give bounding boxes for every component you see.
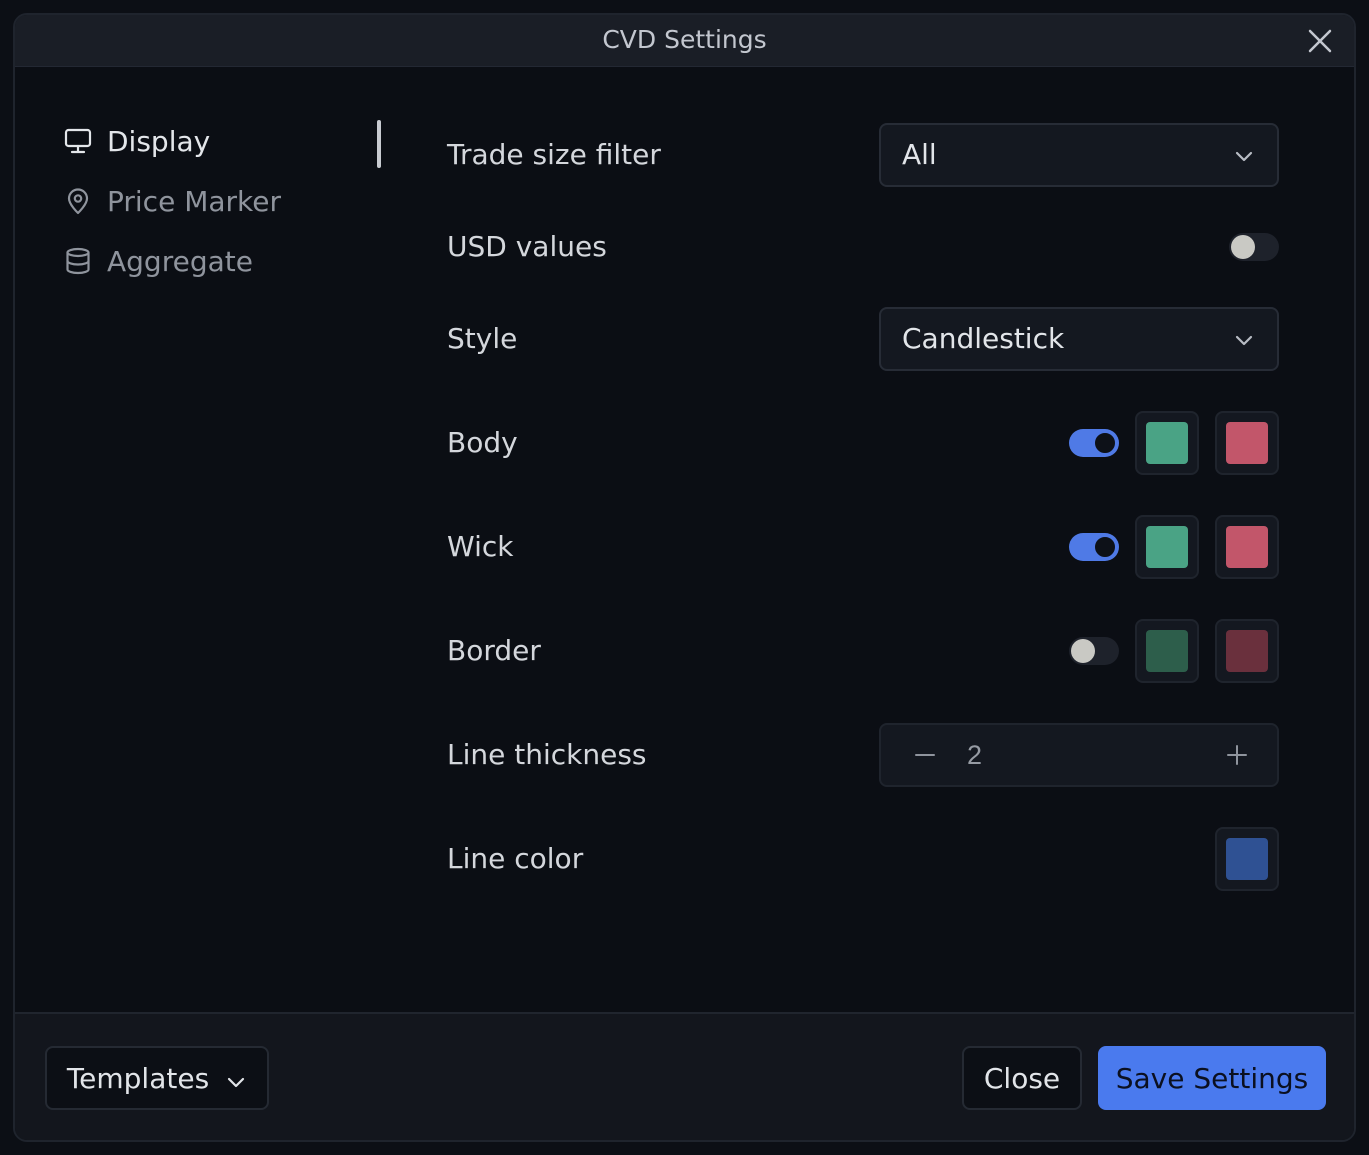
nav-item-aggregate[interactable]: Aggregate — [63, 231, 383, 291]
swatch-fill — [1226, 422, 1268, 464]
plus-icon[interactable] — [1217, 733, 1257, 777]
nav-item-display[interactable]: Display — [63, 111, 383, 171]
setting-label: Wick — [447, 530, 514, 563]
border-down-color-swatch[interactable] — [1215, 619, 1279, 683]
swatch-fill — [1146, 630, 1188, 672]
border-toggle[interactable] — [1069, 637, 1119, 665]
wick-toggle[interactable] — [1069, 533, 1119, 561]
toggle-knob — [1093, 535, 1117, 559]
swatch-fill — [1226, 838, 1268, 880]
line-thickness-input[interactable] — [967, 731, 1167, 779]
toggle-knob — [1071, 639, 1095, 663]
setting-label: Line thickness — [447, 738, 647, 771]
trade-size-filter-select[interactable]: All — [879, 123, 1279, 187]
usd-values-toggle[interactable] — [1229, 233, 1279, 261]
select-value: Candlestick — [902, 322, 1065, 355]
setting-label: Style — [447, 322, 518, 355]
cvd-settings-dialog: CVD Settings Display Price Marker Aggreg… — [13, 13, 1356, 1142]
body-toggle[interactable] — [1069, 429, 1119, 457]
setting-label: Line color — [447, 842, 584, 875]
swatch-fill — [1226, 526, 1268, 568]
swatch-fill — [1146, 422, 1188, 464]
line-thickness-stepper — [879, 723, 1279, 787]
setting-style: Style Candlestick — [447, 307, 1279, 371]
swatch-fill — [1146, 526, 1188, 568]
setting-border: Border — [447, 619, 1279, 683]
templates-label: Templates — [66, 1061, 210, 1095]
chevron-down-icon — [1233, 145, 1255, 167]
toggle-knob — [1093, 431, 1117, 455]
dialog-titlebar: CVD Settings — [15, 15, 1354, 67]
nav-active-indicator — [377, 120, 381, 168]
setting-trade-size-filter: Trade size filter All — [447, 123, 1279, 187]
nav-item-label: Price Marker — [107, 184, 281, 218]
line-color-swatch[interactable] — [1215, 827, 1279, 891]
settings-nav: Display Price Marker Aggregate — [63, 111, 383, 291]
style-select[interactable]: Candlestick — [879, 307, 1279, 371]
nav-item-label: Display — [107, 124, 211, 158]
setting-label: USD values — [447, 230, 607, 263]
setting-body: Body — [447, 411, 1279, 475]
monitor-icon — [63, 126, 93, 156]
wick-down-color-swatch[interactable] — [1215, 515, 1279, 579]
toggle-knob — [1231, 235, 1255, 259]
border-up-color-swatch[interactable] — [1135, 619, 1199, 683]
body-up-color-swatch[interactable] — [1135, 411, 1199, 475]
setting-wick: Wick — [447, 515, 1279, 579]
minus-icon[interactable] — [905, 733, 945, 777]
save-settings-button[interactable]: Save Settings — [1098, 1046, 1326, 1110]
dialog-footer: Templates Close Save Settings — [15, 1012, 1354, 1140]
wick-up-color-swatch[interactable] — [1135, 515, 1199, 579]
setting-usd-values: USD values — [447, 215, 1279, 279]
close-icon[interactable] — [1306, 27, 1334, 55]
map-pin-icon — [63, 186, 93, 216]
select-value: All — [902, 138, 937, 171]
setting-line-color: Line color — [447, 827, 1279, 891]
setting-label: Border — [447, 634, 541, 667]
dialog-title: CVD Settings — [602, 25, 767, 54]
swatch-fill — [1226, 630, 1268, 672]
templates-button[interactable]: Templates — [45, 1046, 269, 1110]
setting-label: Body — [447, 426, 518, 459]
close-button[interactable]: Close — [962, 1046, 1082, 1110]
database-icon — [63, 246, 93, 276]
setting-line-thickness: Line thickness — [447, 723, 1279, 787]
chevron-down-icon — [1233, 329, 1255, 351]
chevron-down-icon — [225, 1067, 247, 1089]
nav-item-price-marker[interactable]: Price Marker — [63, 171, 383, 231]
nav-item-label: Aggregate — [107, 244, 253, 278]
body-down-color-swatch[interactable] — [1215, 411, 1279, 475]
setting-label: Trade size filter — [447, 138, 661, 171]
